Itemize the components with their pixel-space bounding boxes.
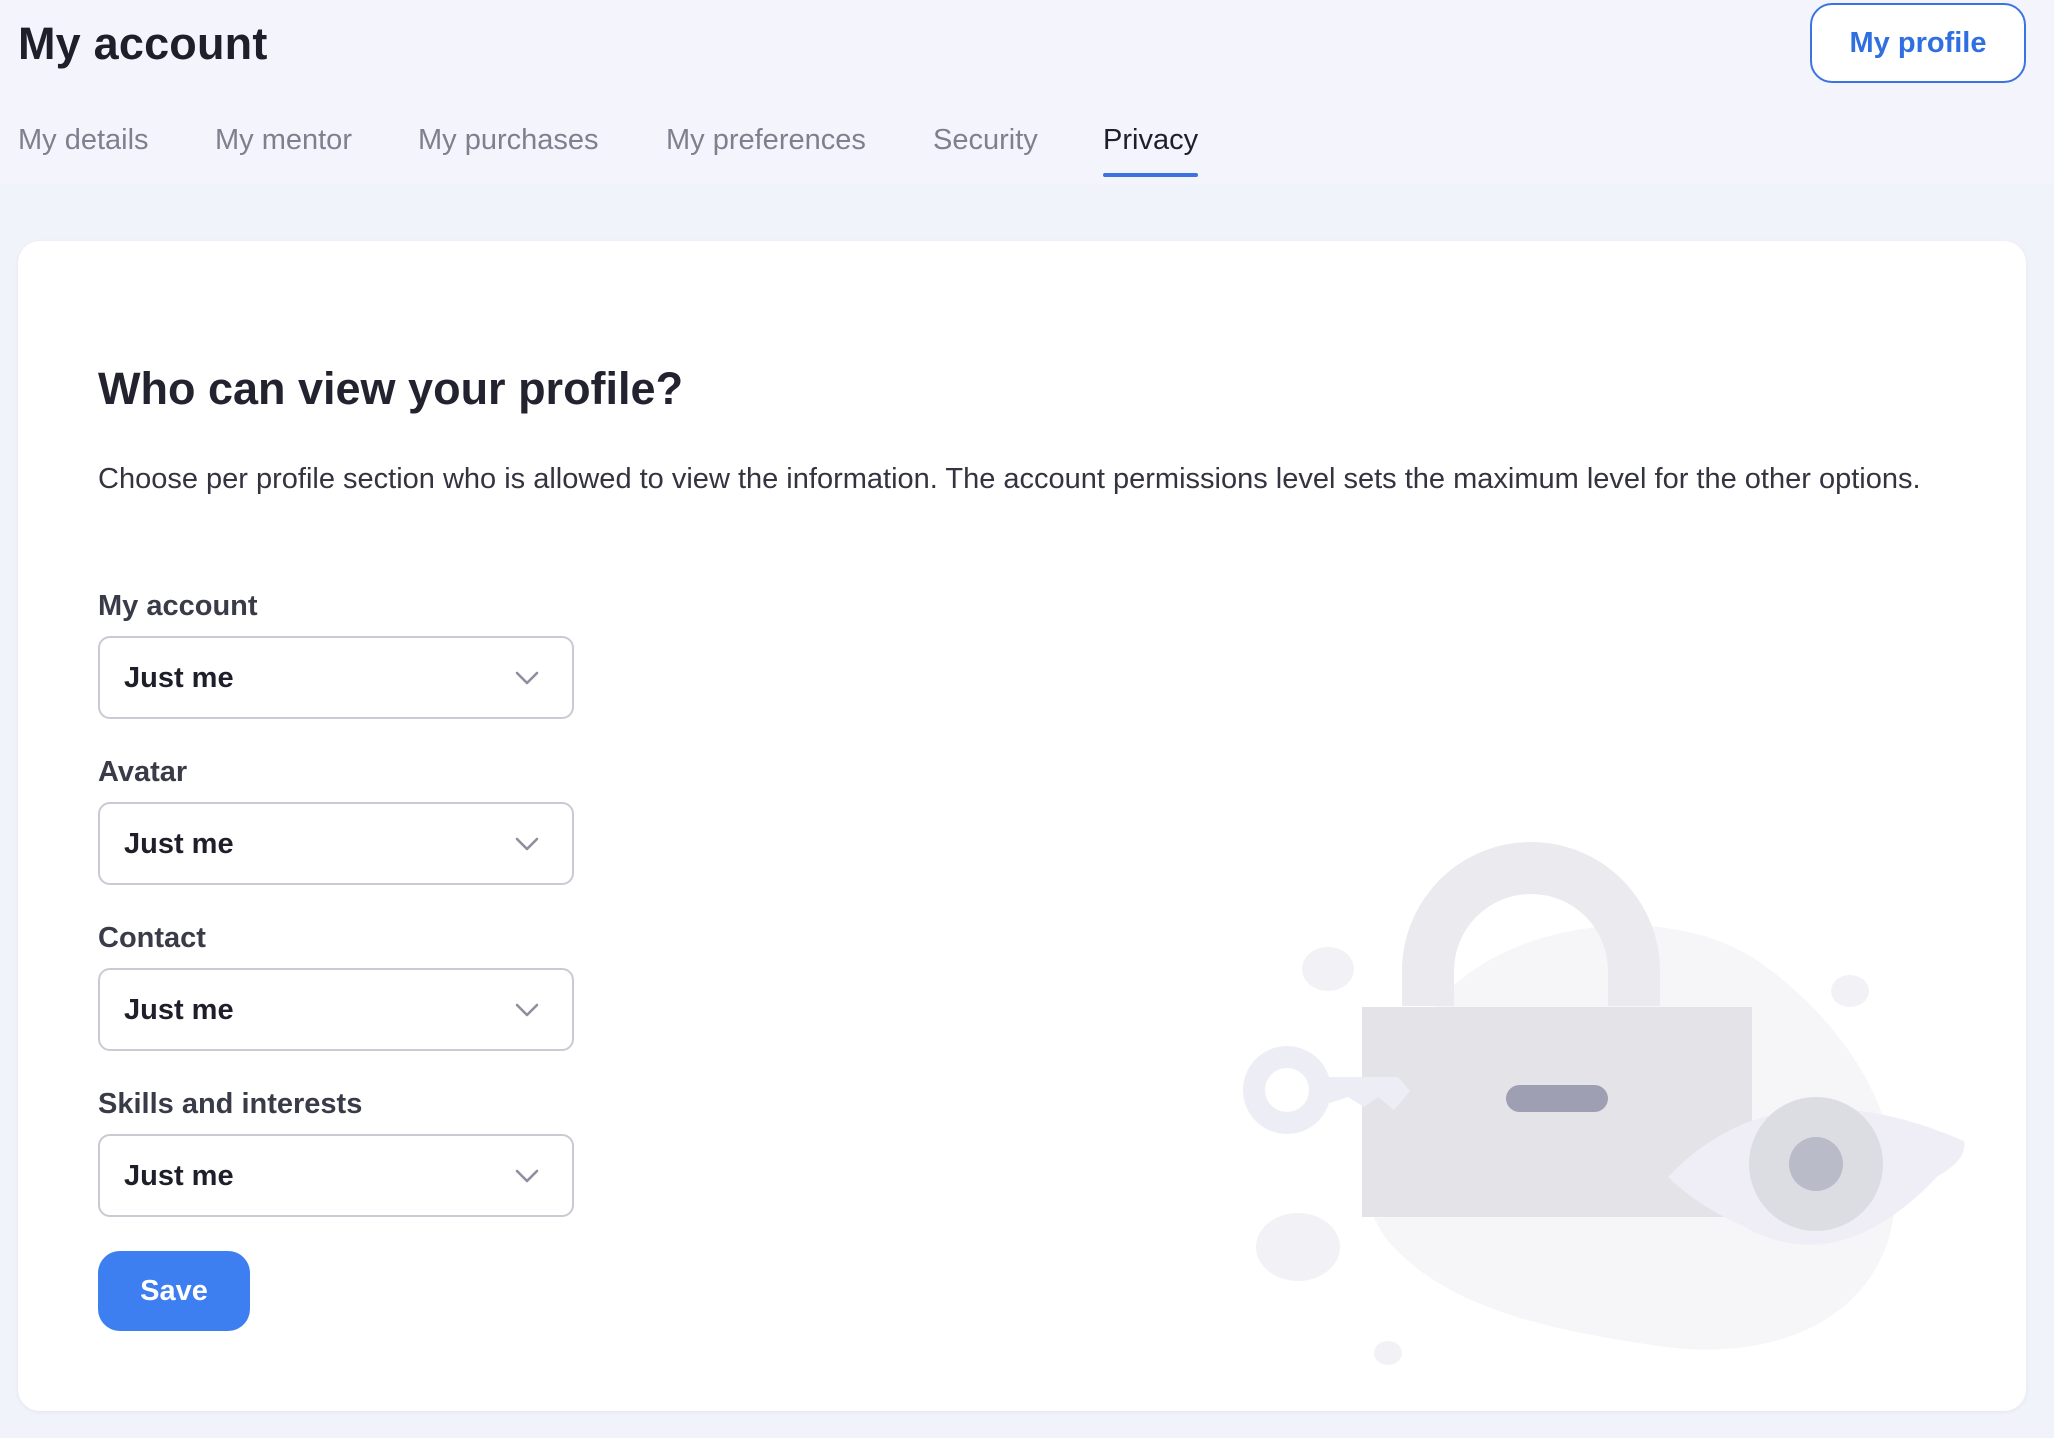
chevron-down-icon <box>515 1003 539 1017</box>
avatar-label: Avatar <box>98 756 188 788</box>
tab-privacy[interactable]: Privacy <box>1103 124 1199 177</box>
chevron-down-icon <box>515 671 539 685</box>
section-title: Who can view your profile? <box>98 363 684 414</box>
my-account-label: My account <box>98 590 258 622</box>
skills-interests-select[interactable]: Just me <box>98 1134 574 1217</box>
tab-my-mentor[interactable]: My mentor <box>215 124 352 171</box>
section-description: Choose per profile section who is allowe… <box>98 463 1921 495</box>
avatar-select[interactable]: Just me <box>98 802 574 885</box>
skills-interests-label: Skills and interests <box>98 1088 363 1120</box>
page-title: My account <box>18 18 268 69</box>
contact-label: Contact <box>98 922 206 954</box>
privacy-card: Who can view your profile? Choose per pr… <box>18 241 2026 1411</box>
contact-select[interactable]: Just me <box>98 968 574 1051</box>
chevron-down-icon <box>515 837 539 851</box>
my-profile-button[interactable]: My profile <box>1810 3 2026 83</box>
chevron-down-icon <box>515 1169 539 1183</box>
tab-my-purchases[interactable]: My purchases <box>418 124 599 171</box>
skills-interests-select-value: Just me <box>124 1160 234 1192</box>
avatar-select-value: Just me <box>124 828 234 860</box>
tab-security[interactable]: Security <box>933 124 1038 171</box>
tab-my-details[interactable]: My details <box>18 124 149 171</box>
account-tabs: My details My mentor My purchases My pre… <box>0 118 1400 184</box>
padlock-key-eye-illustration <box>1243 842 1965 1365</box>
my-account-select-value: Just me <box>124 662 234 694</box>
page-header: My account My profile My details My ment… <box>0 0 2054 184</box>
contact-select-value: Just me <box>124 994 234 1026</box>
my-account-select[interactable]: Just me <box>98 636 574 719</box>
save-button[interactable]: Save <box>98 1251 250 1331</box>
tab-my-preferences[interactable]: My preferences <box>666 124 866 171</box>
